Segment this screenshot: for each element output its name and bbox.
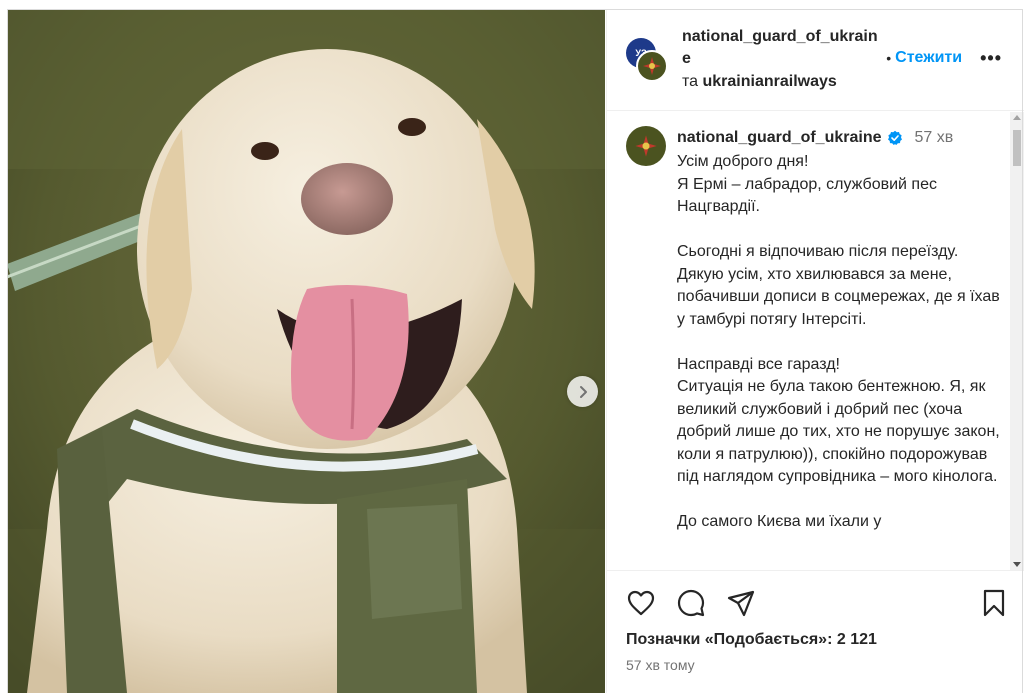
collab-username[interactable]: ukrainianrailways <box>703 73 837 90</box>
post-header: УЗ national_guard_of_ukraine та ukrainia… <box>607 9 1024 111</box>
collab-prefix: та <box>682 73 699 90</box>
comments-scrollbar[interactable] <box>1010 112 1024 570</box>
dog-photo-image <box>7 9 605 693</box>
comments-section[interactable]: national_guard_of_ukraine 57 хв Усім доб… <box>607 112 1024 570</box>
caption-avatar[interactable] <box>626 126 666 166</box>
likes-label: Позначки «Подобається»: <box>626 631 833 648</box>
caption-text: Усім доброго дня! Я Ермі – лабрадор, слу… <box>677 153 1000 530</box>
header-collab-line: та ukrainianrailways <box>682 71 882 93</box>
chevron-right-icon <box>579 385 587 398</box>
follow-button[interactable]: Стежити <box>895 49 962 67</box>
scroll-up-arrow-icon[interactable] <box>1013 115 1021 120</box>
scrollbar-thumb[interactable] <box>1013 130 1021 166</box>
avatar-national-guard <box>636 50 668 82</box>
caption-timestamp: 57 хв <box>914 129 954 146</box>
send-icon <box>727 590 755 617</box>
share-button[interactable] <box>725 587 757 619</box>
verified-badge-icon <box>887 130 902 145</box>
likes-summary[interactable]: Позначки «Подобається»: 2 121 <box>626 631 877 649</box>
comment-icon <box>677 589 705 617</box>
collab-avatars[interactable]: УЗ <box>626 38 668 82</box>
post-actions-area: Позначки «Подобається»: 2 121 57 хв тому <box>607 570 1024 693</box>
national-guard-emblem-icon <box>643 57 661 75</box>
comment-button[interactable] <box>675 587 707 619</box>
heart-icon <box>627 590 655 616</box>
save-button[interactable] <box>978 587 1010 619</box>
likes-count: 2 121 <box>836 631 877 648</box>
like-button[interactable] <box>625 587 657 619</box>
caption-username[interactable]: national_guard_of_ukraine <box>677 129 882 147</box>
post-dialog: УЗ national_guard_of_ukraine та ukrainia… <box>0 0 1031 693</box>
caption-header: national_guard_of_ukraine 57 хв <box>677 129 953 147</box>
more-options-button[interactable]: ••• <box>980 49 1002 67</box>
bookmark-icon <box>983 589 1005 617</box>
post-time-ago[interactable]: 57 хв тому <box>626 657 695 673</box>
header-account-names: national_guard_of_ukraine та ukrainianra… <box>682 26 882 93</box>
scroll-down-arrow-icon[interactable] <box>1013 562 1021 567</box>
header-separator: • <box>886 50 892 66</box>
post-side-panel: УЗ national_guard_of_ukraine та ukrainia… <box>606 9 1024 693</box>
national-guard-emblem-icon <box>635 135 657 157</box>
header-username[interactable]: national_guard_of_ukraine <box>682 26 882 70</box>
action-icon-row <box>625 587 1010 619</box>
post-photo <box>7 9 605 693</box>
next-photo-button[interactable] <box>567 376 598 407</box>
header-actions: • Стежити ••• <box>886 49 1002 67</box>
